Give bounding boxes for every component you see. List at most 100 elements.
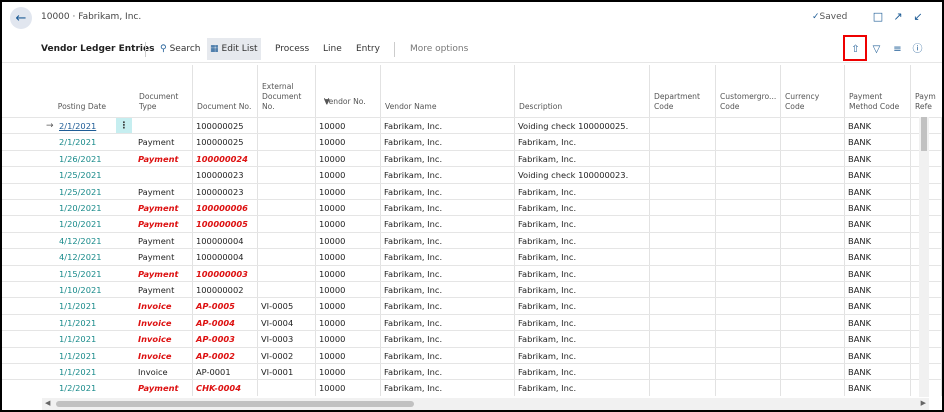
table-row[interactable]: 1/1/2021 Invoice AP-0005 VI-0005 10000 Fabrik…	[2, 297, 942, 315]
process-menu[interactable]: Process	[272, 38, 312, 60]
cell-vendor-name[interactable]: Fabrikam, Inc.	[381, 134, 515, 151]
cell-posting-date[interactable]: 1/2/2021	[56, 380, 135, 396]
cell-doc-type[interactable]: Payment	[135, 249, 193, 266]
cell-vendor-no[interactable]: 10000	[316, 167, 381, 184]
cell-currency-code[interactable]	[781, 331, 845, 348]
collapse-icon[interactable]: ↙	[910, 9, 926, 25]
cell-ext-doc-no[interactable]	[258, 232, 316, 249]
cell-payment-method[interactable]: BANK	[845, 380, 911, 397]
table-row[interactable]: 1/25/2021 Payment 100000023 10000 Fabrikam, …	[2, 182, 942, 200]
cell-doc-type[interactable]: Payment	[135, 265, 193, 282]
cell-vendor-no[interactable]: 10000	[316, 314, 381, 331]
cell-ext-doc-no[interactable]	[258, 282, 316, 298]
cell-dept-code[interactable]	[650, 118, 716, 134]
cell-ext-doc-no[interactable]	[258, 134, 316, 151]
cell-payment-method[interactable]: BANK	[845, 249, 911, 266]
cell-posting-date[interactable]: 1/1/2021	[56, 331, 135, 347]
cell-currency-code[interactable]	[781, 216, 845, 233]
cell-posting-date[interactable]: 1/10/2021	[56, 282, 135, 298]
cell-posting-date[interactable]: 1/15/2021	[56, 266, 135, 282]
horizontal-scroll-thumb[interactable]	[56, 401, 414, 407]
cell-posting-date[interactable]: 1/20/2021	[56, 200, 135, 216]
cell-doc-no[interactable]: 100000003	[193, 265, 258, 282]
cell-vendor-no[interactable]: 10000	[316, 216, 381, 233]
cell-custgroup-code[interactable]	[716, 347, 781, 364]
cell-vendor-no[interactable]: 10000	[316, 249, 381, 266]
cell-vendor-name[interactable]: Fabrikam, Inc.	[381, 298, 515, 315]
cell-vendor-name[interactable]: Fabrikam, Inc.	[381, 282, 515, 298]
cell-description[interactable]: Fabrikam, Inc.	[515, 216, 650, 233]
cell-ext-doc-no[interactable]: VI-0004	[258, 314, 316, 331]
cell-currency-code[interactable]	[781, 364, 845, 380]
table-row[interactable]: 2/1/2021 Payment 100000025 10000 Fabrikam, I…	[2, 133, 942, 151]
cell-custgroup-code[interactable]	[716, 167, 781, 184]
cell-ext-doc-no[interactable]	[258, 200, 316, 216]
cell-doc-type[interactable]: Payment	[135, 200, 193, 216]
cell-ext-doc-no[interactable]: VI-0003	[258, 331, 316, 348]
cell-dept-code[interactable]	[650, 331, 716, 348]
cell-custgroup-code[interactable]	[716, 200, 781, 216]
cell-dept-code[interactable]	[650, 249, 716, 266]
cell-payment-method[interactable]: BANK	[845, 298, 911, 315]
back-arrow-icon[interactable]: ←	[10, 7, 32, 29]
table-row[interactable]: 4/12/2021 Payment 100000004 10000 Fabrikam, …	[2, 231, 942, 249]
cell-dept-code[interactable]	[650, 150, 716, 167]
search-button[interactable]: ⚲ Search	[157, 38, 204, 60]
list-view-icon[interactable]: ≡	[889, 41, 906, 58]
cell-description[interactable]: Fabrikam, Inc.	[515, 347, 650, 364]
column-header-vendor-no[interactable]: Vendor No. ▼	[316, 65, 381, 117]
cell-description[interactable]: Fabrikam, Inc.	[515, 282, 650, 298]
cell-dept-code[interactable]	[650, 134, 716, 151]
cell-currency-code[interactable]	[781, 282, 845, 298]
cell-currency-code[interactable]	[781, 232, 845, 249]
cell-vendor-name[interactable]: Fabrikam, Inc.	[381, 118, 515, 134]
cell-dept-code[interactable]	[650, 314, 716, 331]
entry-menu[interactable]: Entry	[353, 38, 383, 60]
cell-ext-doc-no[interactable]	[258, 167, 316, 184]
cell-custgroup-code[interactable]	[716, 249, 781, 266]
cell-vendor-no[interactable]: 10000	[316, 150, 381, 167]
column-header-department-code[interactable]: Department Code	[650, 65, 716, 117]
column-header-posting-date[interactable]: Posting Date	[42, 65, 135, 117]
cell-currency-code[interactable]	[781, 265, 845, 282]
cell-doc-no[interactable]: CHK-0004	[193, 380, 258, 397]
cell-doc-no[interactable]: AP-0005	[193, 298, 258, 315]
cell-doc-no[interactable]: AP-0003	[193, 331, 258, 348]
cell-custgroup-code[interactable]	[716, 118, 781, 134]
cell-custgroup-code[interactable]	[716, 265, 781, 282]
cell-posting-date[interactable]: 4/12/2021	[56, 249, 135, 265]
cell-vendor-no[interactable]: 10000	[316, 265, 381, 282]
cell-ext-doc-no[interactable]	[258, 380, 316, 397]
cell-doc-no[interactable]: 100000025	[193, 134, 258, 151]
cell-currency-code[interactable]	[781, 150, 845, 167]
cell-custgroup-code[interactable]	[716, 314, 781, 331]
cell-vendor-name[interactable]: Fabrikam, Inc.	[381, 232, 515, 249]
cell-dept-code[interactable]	[650, 183, 716, 200]
cell-ext-doc-no[interactable]	[258, 118, 316, 134]
cell-description[interactable]: Voiding check 100000025.	[515, 118, 650, 134]
cell-payment-method[interactable]: BANK	[845, 216, 911, 233]
cell-payment-method[interactable]: BANK	[845, 265, 911, 282]
cell-vendor-name[interactable]: Fabrikam, Inc.	[381, 347, 515, 364]
cell-doc-type[interactable]: Invoice	[135, 314, 193, 331]
cell-doc-no[interactable]: 100000005	[193, 216, 258, 233]
cell-doc-no[interactable]: AP-0001	[193, 364, 258, 380]
cell-vendor-name[interactable]: Fabrikam, Inc.	[381, 216, 515, 233]
cell-currency-code[interactable]	[781, 167, 845, 184]
cell-description[interactable]: Voiding check 100000023.	[515, 167, 650, 184]
cell-ext-doc-no[interactable]: VI-0005	[258, 298, 316, 315]
cell-description[interactable]: Fabrikam, Inc.	[515, 134, 650, 151]
cell-vendor-no[interactable]: 10000	[316, 331, 381, 348]
cell-payment-method[interactable]: BANK	[845, 314, 911, 331]
cell-vendor-no[interactable]: 10000	[316, 282, 381, 298]
cell-vendor-no[interactable]: 10000	[316, 380, 381, 397]
scroll-right-icon[interactable]: ▶	[921, 399, 926, 407]
cell-custgroup-code[interactable]	[716, 183, 781, 200]
cell-doc-no[interactable]: 100000002	[193, 282, 258, 298]
cell-payment-method[interactable]: BANK	[845, 347, 911, 364]
cell-payment-method[interactable]: BANK	[845, 134, 911, 151]
cell-description[interactable]: Fabrikam, Inc.	[515, 298, 650, 315]
column-header-payment-method-code[interactable]: Payment Method Code	[845, 65, 911, 117]
cell-doc-no[interactable]: 100000023	[193, 183, 258, 200]
table-row[interactable]: 1/1/2021 Invoice AP-0002 VI-0002 10000 Fabrik…	[2, 346, 942, 364]
